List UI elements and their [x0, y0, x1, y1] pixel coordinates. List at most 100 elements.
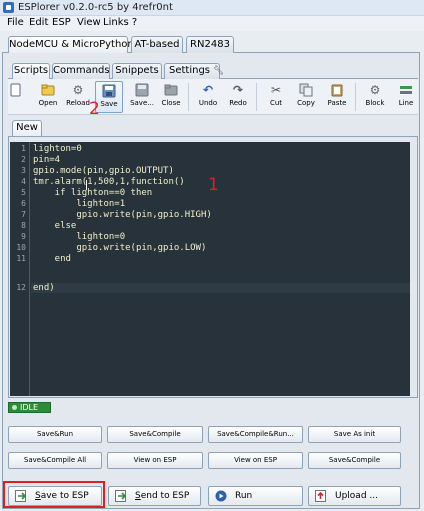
- line-number: 1: [21, 144, 26, 153]
- tab-commands[interactable]: Commands: [52, 63, 110, 79]
- window-title: ESPlorer v0.2.0-rc5 by 4refr0nt: [18, 2, 173, 13]
- line-number: 4: [21, 177, 26, 186]
- paste-icon: [330, 83, 344, 97]
- code-line: pin=4: [33, 155, 61, 165]
- paste-button[interactable]: Paste: [322, 81, 352, 113]
- block-icon: ⚙: [369, 83, 381, 97]
- close-button[interactable]: Close: [156, 81, 186, 113]
- tab-snippets[interactable]: Snippets: [112, 63, 162, 79]
- line-label: Line: [398, 99, 414, 107]
- run-button[interactable]: Run: [208, 486, 303, 506]
- redo-button[interactable]: ↷ Redo: [223, 81, 253, 113]
- code-line: gpio.write(pin,gpio.HIGH): [33, 210, 212, 220]
- close-file-icon: [164, 83, 178, 97]
- code-line: lighton=1: [33, 199, 126, 209]
- line-button[interactable]: Line: [394, 81, 418, 113]
- tab-rn2483[interactable]: RN2483: [186, 36, 234, 53]
- line-number: 8: [21, 221, 26, 230]
- block-label: Block: [365, 99, 385, 107]
- line-number: 5: [21, 188, 26, 197]
- close-label: Close: [161, 99, 181, 107]
- status-badge: IDLE: [8, 402, 51, 413]
- undo-icon: ↶: [202, 83, 214, 97]
- scissors-icon: ✂: [270, 83, 282, 97]
- annotation-highlight-box: [3, 481, 105, 508]
- line-number: 10: [16, 243, 26, 252]
- code-line: end): [33, 283, 55, 293]
- view-on-esp-button[interactable]: View on ESP: [107, 452, 203, 469]
- menu-edit[interactable]: Edit: [29, 17, 48, 28]
- tab-scripts[interactable]: Scripts: [12, 63, 50, 79]
- current-line-highlight: [31, 283, 410, 293]
- code-line: lighton=0: [33, 232, 126, 242]
- code-line: end: [33, 254, 71, 264]
- tab-settings-label: Settings: [169, 65, 211, 76]
- send-to-esp-label: end to ESP: [140, 491, 190, 501]
- upload-icon: [315, 490, 328, 502]
- save-compile-button-2[interactable]: Save&Compile: [308, 452, 401, 469]
- tab-at-based[interactable]: AT-based: [131, 36, 183, 53]
- new-file-icon: [9, 83, 23, 97]
- cut-label: Cut: [269, 99, 283, 107]
- copy-label: Copy: [297, 99, 315, 107]
- save-as-button[interactable]: Save...: [127, 81, 157, 113]
- code-line: if lighton==0 then: [33, 188, 153, 198]
- text-caret: [86, 180, 87, 190]
- save-as-label: Save...: [130, 99, 154, 107]
- new-file-button[interactable]: [5, 81, 27, 113]
- tab-nodemcu[interactable]: NodeMCU & MicroPython: [8, 36, 134, 53]
- upload-label: Upload ...: [335, 491, 378, 501]
- menu-links[interactable]: Links ?: [103, 17, 137, 28]
- toolbar-separator: [188, 83, 189, 111]
- view-on-esp-button-2[interactable]: View on ESP: [208, 452, 303, 469]
- copy-icon: [299, 83, 313, 97]
- toolbar-separator: [355, 83, 356, 111]
- tab-settings[interactable]: Settings 🔧︎: [164, 63, 224, 79]
- run-icon: [215, 490, 228, 502]
- menu-esp[interactable]: ESP: [52, 17, 71, 28]
- undo-button[interactable]: ↶ Undo: [193, 81, 223, 113]
- line-number: 6: [21, 199, 26, 208]
- code-line: lighton=0: [33, 144, 82, 154]
- send-to-esp-icon: [115, 490, 128, 502]
- gear-icon: ⚙: [72, 83, 84, 97]
- paste-label: Paste: [327, 99, 347, 107]
- annotation-2: 2: [89, 99, 100, 119]
- menu-view[interactable]: View: [77, 17, 101, 28]
- send-to-esp-button[interactable]: Send to ESP: [108, 486, 201, 506]
- toolbar-separator: [256, 83, 257, 111]
- redo-label: Redo: [229, 99, 247, 107]
- undo-label: Undo: [198, 99, 218, 107]
- folder-open-icon: [41, 83, 55, 97]
- save-compile-button[interactable]: Save&Compile: [107, 426, 203, 443]
- line-icon: [399, 83, 413, 97]
- wrench-icon: 🔧︎: [210, 66, 225, 76]
- line-number: 2: [21, 155, 26, 164]
- menu-file[interactable]: File: [7, 17, 24, 28]
- redo-icon: ↷: [232, 83, 244, 97]
- open-label: Open: [38, 99, 58, 107]
- run-label: Run: [235, 491, 253, 501]
- upload-button[interactable]: Upload ...: [308, 486, 401, 506]
- save-as-init-button[interactable]: Save As init: [308, 426, 401, 443]
- file-tab-new[interactable]: New: [12, 120, 42, 136]
- open-button[interactable]: Open: [33, 81, 63, 113]
- code-line: gpio.write(pin,gpio.LOW): [33, 243, 207, 253]
- block-button[interactable]: ⚙ Block: [360, 81, 390, 113]
- cut-button[interactable]: ✂ Cut: [261, 81, 291, 113]
- copy-button[interactable]: Copy: [291, 81, 321, 113]
- code-line: gpio.mode(pin,gpio.OUTPUT): [33, 166, 174, 176]
- save-compile-all-button[interactable]: Save&Compile All: [8, 452, 102, 469]
- app-icon: [3, 2, 14, 13]
- code-line: tmr.alarm(1,500,1,function(): [33, 177, 185, 187]
- code-line: else: [33, 221, 77, 231]
- save-label: Save: [100, 100, 118, 108]
- annotation-1: 1: [208, 175, 219, 195]
- save-run-button[interactable]: Save&Run: [8, 426, 102, 443]
- line-number: 11: [16, 254, 26, 263]
- line-number: 3: [21, 166, 26, 175]
- save-icon: [102, 84, 116, 98]
- line-number: 12: [16, 283, 26, 292]
- save-compile-run-button[interactable]: Save&Compile&Run...: [208, 426, 303, 443]
- save-as-icon: [135, 83, 149, 97]
